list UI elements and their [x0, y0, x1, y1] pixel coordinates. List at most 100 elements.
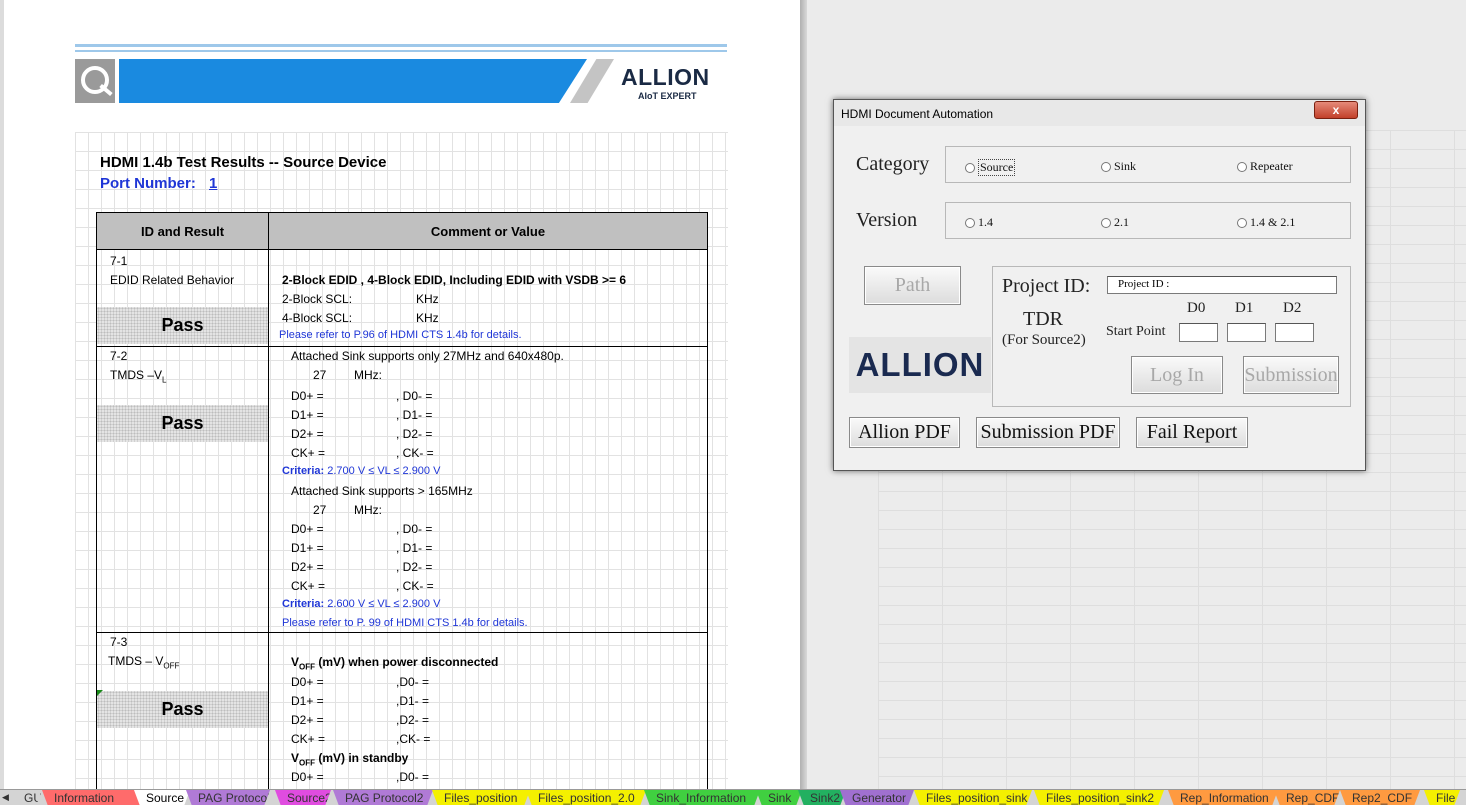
test-name: TMDS – VOFF — [108, 654, 180, 671]
start-point-label: Start Point — [1106, 324, 1166, 339]
category-label: Category — [856, 153, 930, 175]
tab-source[interactable]: Source — [134, 790, 190, 805]
radio-icon — [1101, 217, 1111, 228]
test-heading: Attached Sink supports only 27MHz and 64… — [291, 349, 564, 363]
project-id-input[interactable]: Project ID : — [1107, 276, 1337, 294]
header-blue-band — [119, 59, 587, 103]
left-edge — [0, 0, 4, 789]
tab-files-position-2-0[interactable]: Files_position_2.0 — [526, 790, 646, 805]
worksheet-page[interactable]: ALLION AIoT EXPERT HDMI 1.4b Test Result… — [0, 0, 800, 789]
automation-dialog: HDMI Document Automation x Category Sour… — [833, 99, 1366, 471]
d1-minus-label: ,D1- = — [396, 694, 430, 708]
close-button[interactable]: x — [1314, 101, 1358, 119]
d2-minus-label: , D2- = — [396, 427, 433, 441]
test-id: 7-2 — [110, 349, 128, 363]
tdr-sublabel: (For Source2) — [1002, 332, 1086, 348]
ck-minus-label: ,CK- = — [396, 732, 431, 746]
reference-note: Please refer to P.96 of HDMI CTS 1.4b fo… — [279, 329, 522, 341]
tab-sink2[interactable]: Sink2 — [798, 790, 846, 805]
dialog-title: HDMI Document Automation — [841, 107, 994, 121]
tab-files-position-sink2[interactable]: Files_position_sink2 — [1034, 790, 1164, 805]
test-name: TMDS –VL — [110, 368, 167, 385]
scl-2block-label: 2-Block SCL: — [282, 292, 353, 306]
tab-source2[interactable]: Source2 — [275, 790, 331, 805]
criteria-line: Criteria: 2.700 V ≤ VL ≤ 2.900 V — [282, 465, 441, 477]
scl-4block-label: 4-Block SCL: — [282, 311, 353, 325]
d0-minus-label: ,D0- = — [396, 675, 430, 689]
d2-minus-label: ,D2- = — [396, 713, 430, 727]
radio-version-2-1[interactable]: 2.1 — [1101, 215, 1129, 230]
d1-plus-label: D1+ = — [291, 408, 324, 422]
freq-value[interactable]: 27 — [313, 503, 326, 517]
tab-rep-cdf[interactable]: Rep_CDF — [1274, 790, 1340, 805]
tab-gui[interactable]: GUI — [12, 790, 42, 805]
d0-plus-label: D0+ = — [291, 522, 324, 536]
path-button[interactable]: Path — [864, 266, 961, 305]
tab-file[interactable]: File — [1424, 790, 1460, 805]
dialog-titlebar[interactable]: HDMI Document Automation x — [834, 100, 1365, 126]
test-id: 7-3 — [110, 635, 128, 649]
d2-minus-label: , D2- = — [396, 560, 433, 574]
ck-plus-label: CK+ = — [291, 446, 326, 460]
column-divider — [268, 213, 269, 789]
d2-plus-label: D2+ = — [291, 713, 324, 727]
tab-rep2-cdf[interactable]: Rep2_CDF — [1340, 790, 1420, 805]
ck-minus-label: , CK- = — [396, 446, 434, 460]
freq-unit: MHz: — [354, 368, 382, 382]
reference-note: Please refer to P. 99 of HDMI CTS 1.4b f… — [282, 617, 528, 629]
d2-label: D2 — [1283, 300, 1302, 316]
criteria-line: Criteria: 2.600 V ≤ VL ≤ 2.900 V — [282, 598, 441, 610]
radio-version-1-4[interactable]: 1.4 — [965, 215, 993, 230]
allion-logo-text: ALLION — [621, 64, 710, 90]
test-heading: Attached Sink supports > 165MHz — [291, 484, 473, 498]
ck-plus-label: CK+ = — [291, 732, 326, 746]
d1-label: D1 — [1235, 300, 1254, 316]
tab-scroll-left-icon[interactable]: ◀ — [2, 792, 9, 803]
tab-generator[interactable]: Generator — [840, 790, 914, 805]
allion-pdf-button[interactable]: Allion PDF — [849, 417, 960, 448]
tab-rep-information[interactable]: Rep_Information — [1168, 790, 1278, 805]
magnifier-logo-icon — [75, 59, 115, 103]
result-pass-7-2[interactable]: Pass — [97, 405, 268, 442]
port-label: Port Number: — [100, 175, 196, 192]
freq-value[interactable]: 27 — [313, 368, 326, 382]
radio-category-sink[interactable]: Sink — [1101, 159, 1136, 174]
d0-label: D0 — [1187, 300, 1206, 316]
row-divider — [97, 632, 707, 633]
d0-input[interactable] — [1179, 323, 1218, 342]
tab-pag-protocol2[interactable]: PAG Protocol2 — [333, 790, 433, 805]
result-pass-7-1[interactable]: Pass — [97, 307, 268, 344]
d2-plus-label: D2+ = — [291, 427, 324, 441]
test-heading: VOFF (mV) in standby — [291, 751, 409, 768]
submission-pdf-button[interactable]: Submission PDF — [976, 417, 1120, 448]
test-id: 7-1 — [110, 254, 128, 268]
submission-button[interactable]: Submission — [1243, 356, 1339, 394]
port-number[interactable]: 1 — [209, 175, 217, 192]
tab-pag-protocol[interactable]: PAG Protocol — [186, 790, 270, 805]
tab-files-position[interactable]: Files_position — [432, 790, 530, 805]
d1-minus-label: , D1- = — [396, 408, 433, 422]
radio-icon — [1237, 217, 1247, 228]
radio-icon — [965, 162, 975, 173]
d0-plus-label: D0+ = — [291, 389, 324, 403]
page-shadow — [800, 0, 807, 789]
tab-sink[interactable]: Sink — [756, 790, 802, 805]
header-rule — [75, 44, 727, 47]
d1-input[interactable] — [1227, 323, 1266, 342]
comment-marker — [97, 690, 103, 696]
test-name: EDID Related Behavior — [110, 273, 235, 287]
login-button[interactable]: Log In — [1131, 356, 1223, 394]
fail-report-button[interactable]: Fail Report — [1136, 417, 1248, 448]
radio-category-source[interactable]: Source — [965, 159, 1016, 176]
tab-files-position-sink[interactable]: Files_position_sink — [914, 790, 1032, 805]
ck-plus-label: CK+ = — [291, 579, 326, 593]
d0-plus-label: D0+ = — [291, 770, 324, 784]
radio-category-repeater[interactable]: Repeater — [1237, 159, 1293, 174]
radio-version-both[interactable]: 1.4 & 2.1 — [1237, 215, 1295, 230]
tab-sink-information[interactable]: Sink_Information — [644, 790, 760, 805]
tdr-label: TDR — [1023, 308, 1063, 330]
d2-input[interactable] — [1275, 323, 1314, 342]
header-rule — [75, 50, 727, 52]
result-pass-7-3[interactable]: Pass — [97, 691, 268, 728]
d0-minus-label: , D0- = — [396, 522, 433, 536]
